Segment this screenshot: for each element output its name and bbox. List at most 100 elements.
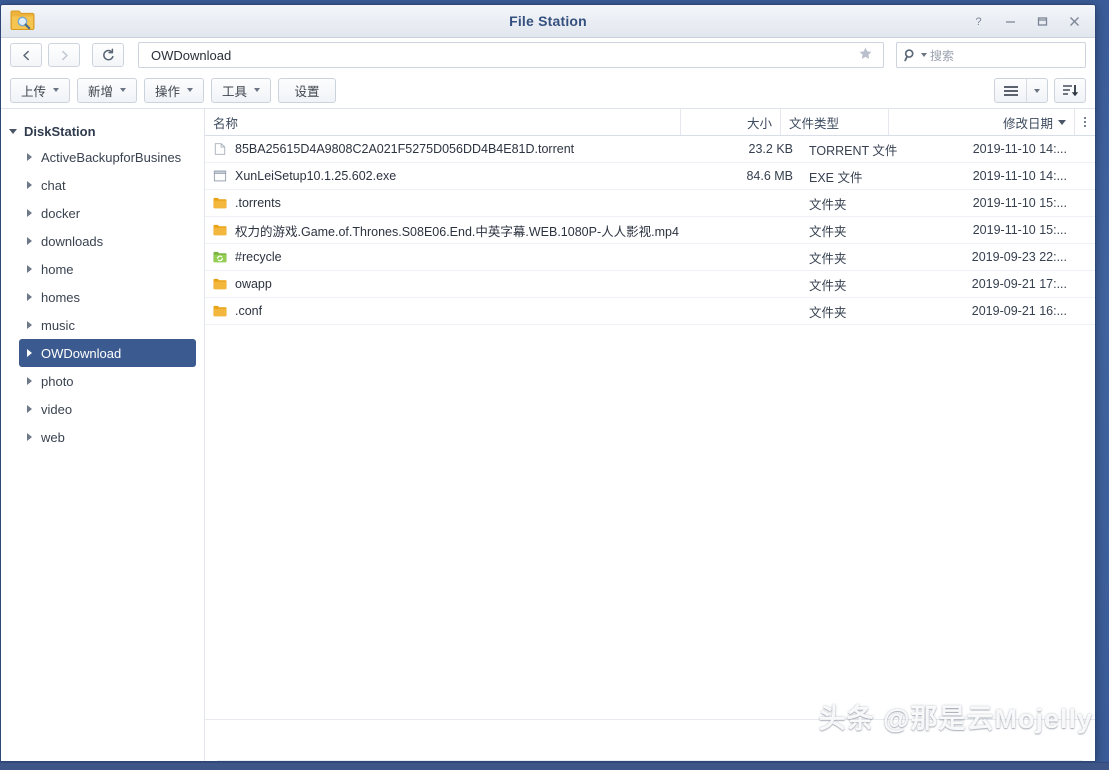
forward-button[interactable]	[48, 43, 80, 67]
folder-icon	[213, 197, 227, 209]
cell-type: TORRENT 文件	[809, 143, 898, 158]
refresh-button[interactable]	[92, 43, 124, 67]
sidebar-item-activebackupforbusiness[interactable]: ActiveBackupforBusines	[19, 143, 196, 171]
file-station-window: File Station ? OWDownload 搜索 上传 新增 操作 工具…	[0, 4, 1096, 762]
cell-name: #recycle	[205, 244, 701, 270]
file-list-header: 名称 大小 文件类型 修改日期	[205, 109, 1095, 136]
view-mode-chevron-down-icon[interactable]	[1027, 79, 1047, 102]
chevron-right-icon[interactable]	[27, 349, 32, 357]
table-row[interactable]: 权力的游戏.Game.of.Thrones.S08E06.End.中英字幕.WE…	[205, 217, 1095, 244]
cell-name: 85BA25615D4A9808C2A021F5275D056DD4B4E81D…	[205, 136, 701, 162]
create-button[interactable]: 新增	[77, 77, 138, 103]
status-bar	[205, 719, 1095, 761]
chevron-left-icon	[22, 50, 29, 60]
chevron-right-icon[interactable]	[27, 153, 32, 161]
maximize-button[interactable]	[1027, 9, 1057, 35]
column-options-button[interactable]	[1075, 109, 1095, 135]
sidebar-item-docker[interactable]: docker	[19, 199, 196, 227]
cell-name: .torrents	[205, 190, 701, 216]
address-toolbar: OWDownload 搜索	[1, 38, 1095, 72]
cell-name: .conf	[205, 298, 701, 324]
upload-button[interactable]: 上传	[10, 77, 71, 103]
search-icon	[904, 48, 914, 61]
cell-name: XunLeiSetup10.1.25.602.exe	[205, 163, 701, 189]
address-path-text: OWDownload	[151, 47, 232, 63]
list-view-icon[interactable]	[995, 79, 1027, 102]
chevron-right-icon[interactable]	[27, 209, 32, 217]
address-bar[interactable]: OWDownload	[138, 42, 884, 68]
cell-size	[701, 190, 801, 216]
folder-icon	[213, 278, 227, 290]
desktop-background: File Station ? OWDownload 搜索 上传 新增 操作 工具…	[0, 0, 1109, 770]
sidebar-item-label: video	[41, 401, 73, 417]
cell-date: 2019-11-10 15:...	[972, 223, 1067, 237]
table-row[interactable]: #recycle 文件夹 2019-09-23 22:...	[205, 244, 1095, 271]
cell-size	[701, 271, 801, 297]
column-header-date[interactable]: 修改日期	[889, 109, 1075, 135]
sidebar-item-chat[interactable]: chat	[19, 171, 196, 199]
table-row[interactable]: .conf 文件夹 2019-09-21 16:...	[205, 298, 1095, 325]
column-header-name[interactable]: 名称	[205, 109, 681, 135]
minimize-button[interactable]	[995, 9, 1025, 35]
column-header-type[interactable]: 文件类型	[781, 109, 889, 135]
sidebar-item-homes[interactable]: homes	[19, 283, 196, 311]
sidebar-item-label: homes	[41, 289, 81, 305]
chevron-right-icon[interactable]	[27, 181, 32, 189]
search-input[interactable]: 搜索	[896, 42, 1086, 68]
table-row[interactable]: 85BA25615D4A9808C2A021F5275D056DD4B4E81D…	[205, 136, 1095, 163]
sidebar-item-web[interactable]: web	[19, 423, 196, 451]
chevron-right-icon[interactable]	[27, 237, 32, 245]
sidebar-root-diskstation[interactable]: DiskStation	[1, 119, 204, 143]
chevron-right-icon[interactable]	[27, 321, 32, 329]
cell-type: 文件夹	[809, 251, 847, 266]
sidebar-item-photo[interactable]: photo	[19, 367, 196, 395]
table-row[interactable]: owapp 文件夹 2019-09-21 17:...	[205, 271, 1095, 298]
chevron-right-icon[interactable]	[27, 265, 32, 273]
sidebar-item-owdownload[interactable]: OWDownload	[19, 339, 196, 367]
search-scope-chevron-down-icon[interactable]	[921, 53, 927, 57]
cell-date: 2019-09-21 16:...	[971, 304, 1067, 318]
file-icon	[214, 143, 226, 155]
file-list-pane: 名称 大小 文件类型 修改日期 85BA25615D4A9808C2A021F5…	[205, 109, 1095, 761]
create-button-label: 新增	[88, 84, 114, 99]
cell-type: 文件夹	[809, 278, 847, 293]
help-button[interactable]: ?	[963, 9, 993, 35]
sort-descending-icon[interactable]	[1054, 78, 1086, 103]
table-row[interactable]: XunLeiSetup10.1.25.602.exe 84.6 MB EXE 文件 2…	[205, 163, 1095, 190]
action-button[interactable]: 操作	[144, 77, 205, 103]
window-body: DiskStation ActiveBackupforBusines chat do…	[1, 108, 1095, 761]
sidebar-item-music[interactable]: music	[19, 311, 196, 339]
tools-button[interactable]: 工具	[211, 77, 272, 103]
cell-date: 2019-11-10 15:...	[972, 196, 1067, 210]
column-header-name-label: 名称	[213, 116, 239, 131]
close-button[interactable]	[1059, 9, 1089, 35]
file-name-label: #recycle	[235, 250, 282, 264]
cell-date: 2019-11-10 14:...	[972, 169, 1067, 183]
chevron-right-icon[interactable]	[27, 293, 32, 301]
cell-size	[701, 298, 801, 324]
column-header-size[interactable]: 大小	[681, 109, 781, 135]
file-name-label: .conf	[235, 304, 263, 318]
chevron-right-icon[interactable]	[27, 377, 32, 385]
sidebar-item-downloads[interactable]: downloads	[19, 227, 196, 255]
sidebar-item-label: OWDownload	[41, 345, 122, 361]
view-mode-group	[994, 78, 1048, 103]
sidebar-item-video[interactable]: video	[19, 395, 196, 423]
settings-button[interactable]: 设置	[278, 77, 337, 103]
star-icon[interactable]	[858, 46, 877, 65]
chevron-right-icon[interactable]	[27, 433, 32, 441]
exe-file-icon	[213, 170, 227, 182]
more-vertical-icon	[1084, 117, 1086, 127]
search-placeholder: 搜索	[930, 48, 955, 63]
window-controls: ?	[963, 5, 1089, 38]
sidebar-item-label: ActiveBackupforBusines	[41, 149, 182, 165]
file-name-label: .torrents	[235, 196, 281, 210]
sidebar-item-home[interactable]: home	[19, 255, 196, 283]
table-row[interactable]: .torrents 文件夹 2019-11-10 15:...	[205, 190, 1095, 217]
file-name-label: owapp	[235, 277, 272, 291]
cell-type: 文件夹	[809, 224, 847, 239]
back-button[interactable]	[10, 43, 42, 67]
cell-date: 2019-09-23 22:...	[971, 250, 1067, 264]
chevron-right-icon[interactable]	[27, 405, 32, 413]
file-name-label: XunLeiSetup10.1.25.602.exe	[235, 169, 397, 183]
